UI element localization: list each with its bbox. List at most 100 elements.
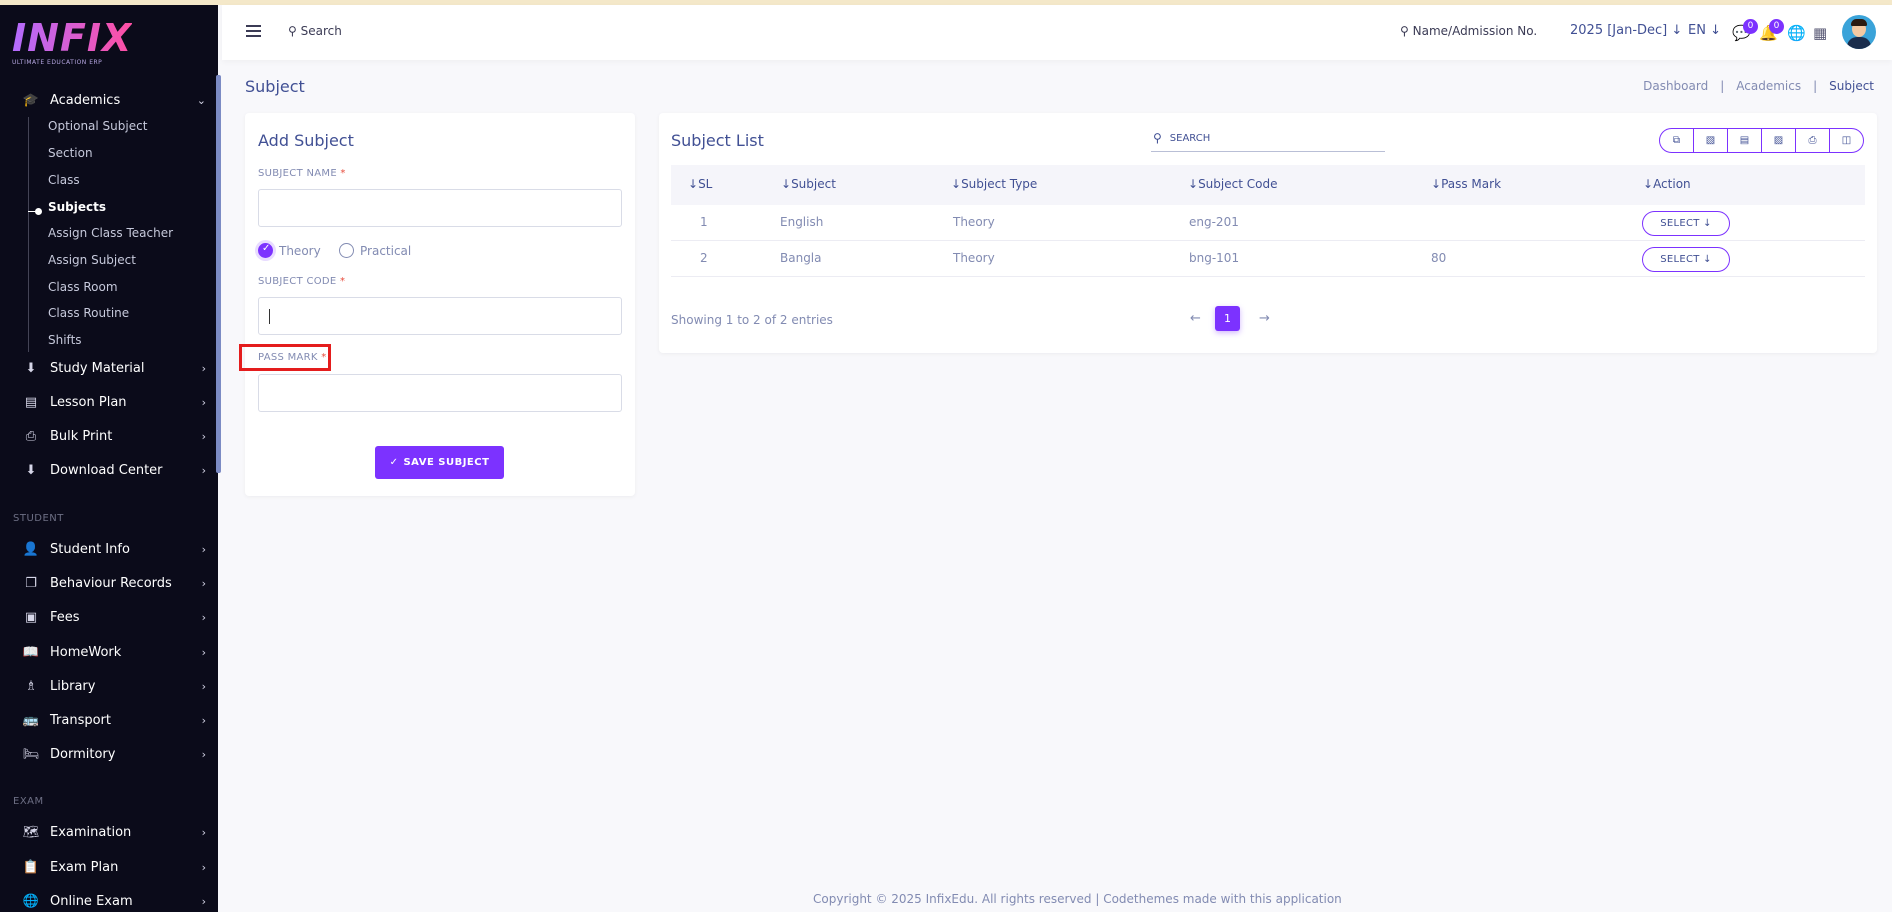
money-icon: ▣: [24, 609, 38, 625]
add-subject-title: Add Subject: [258, 131, 354, 150]
arrow-down-icon: ↓: [951, 177, 962, 191]
save-subject-label: SAVE SUBJECT: [403, 457, 490, 468]
chevron-right-icon: ›: [201, 894, 206, 908]
sidebar-item-download-center[interactable]: ⬇ Download Center ›: [20, 458, 206, 482]
table-header: ↓SL ↓Subject ↓Subject Type ↓Subject Code…: [671, 165, 1865, 205]
pagination-page[interactable]: 1: [1215, 306, 1240, 331]
column-header-sl[interactable]: ↓SL: [688, 177, 712, 191]
sidebar-item-student-info[interactable]: 👤 Student Info ›: [20, 537, 206, 561]
sidebar-item-label: HomeWork: [50, 644, 122, 660]
session-selector[interactable]: 2025 [Jan-Dec] ↓: [1570, 23, 1682, 38]
sidebar-item-behaviour-records[interactable]: ❐ Behaviour Records ›: [20, 571, 206, 595]
sidebar-subitem-section[interactable]: Section: [48, 144, 93, 162]
avatar[interactable]: [1842, 15, 1876, 49]
radio-theory[interactable]: Theory: [258, 243, 321, 258]
sidebar-item-dormitory[interactable]: 🛏 Dormitory ›: [20, 742, 206, 766]
sidebar-item-label: Lesson Plan: [50, 394, 127, 410]
column-header-subject-code[interactable]: ↓Subject Code: [1188, 177, 1277, 191]
sidebar-item-online-exam[interactable]: 🌐 Online Exam ›: [20, 889, 206, 912]
language-selector[interactable]: EN ↓: [1688, 23, 1721, 38]
logo[interactable]: INFIX ULTIMATE EDUCATION ERP: [12, 19, 132, 66]
arrow-down-icon: ↓: [1671, 23, 1683, 38]
radio-practical[interactable]: Practical: [339, 243, 411, 258]
submenu-line: [28, 117, 29, 352]
required-mark: *: [340, 168, 346, 179]
pagination-next-icon[interactable]: →: [1259, 311, 1270, 326]
chevron-right-icon: ›: [201, 463, 206, 477]
chevron-right-icon: ›: [201, 576, 206, 590]
sidebar-subitem-assign-class-teacher[interactable]: Assign Class Teacher: [48, 224, 173, 242]
column-header-pass-mark[interactable]: ↓Pass Mark: [1431, 177, 1501, 191]
sidebar-item-bulk-print[interactable]: ⎙ Bulk Print ›: [20, 424, 206, 448]
cell-sl: 2: [700, 251, 708, 265]
radio-checked-icon: [258, 243, 273, 258]
printer-icon: ⎙: [25, 428, 37, 444]
column-header-subject-type[interactable]: ↓Subject Type: [951, 177, 1037, 191]
pass-mark-input[interactable]: [258, 374, 622, 412]
select-action-button[interactable]: SELECT ↓: [1642, 211, 1730, 236]
table-icon: ▤: [24, 394, 38, 410]
excel-icon[interactable]: ▧: [1694, 129, 1728, 152]
list-search-input[interactable]: ⚲ SEARCH: [1151, 125, 1385, 152]
sidebar-item-exam-plan[interactable]: 📋 Exam Plan ›: [20, 855, 206, 879]
pdf-icon[interactable]: ▨: [1762, 129, 1796, 152]
sidebar-item-homework[interactable]: 📖 HomeWork ›: [20, 640, 206, 664]
sidebar-subitem-class-room[interactable]: Class Room: [48, 278, 118, 296]
sidebar-item-label: Student Info: [50, 541, 130, 557]
select-label: SELECT: [1660, 254, 1700, 265]
chart-icon[interactable]: ▦: [1813, 24, 1827, 42]
name-admission-search[interactable]: ⚲ Name/Admission No.: [1400, 24, 1537, 38]
subject-name-input[interactable]: [258, 189, 622, 227]
bed-icon: 🛏: [22, 746, 40, 762]
sidebar-item-lesson-plan[interactable]: ▤ Lesson Plan ›: [20, 390, 206, 414]
chevron-right-icon: ›: [201, 747, 206, 761]
sidebar-item-label: Library: [50, 678, 96, 694]
sidebar-item-fees[interactable]: ▣ Fees ›: [20, 605, 206, 629]
copy-icon[interactable]: ⧉: [1660, 129, 1694, 152]
sidebar-subitem-shifts[interactable]: Shifts: [48, 331, 82, 349]
pagination-prev-icon[interactable]: ←: [1190, 311, 1201, 326]
sidebar-item-transport[interactable]: 🚌 Transport ›: [20, 708, 206, 732]
add-subject-card: Add Subject SUBJECT NAME * Theory Practi…: [239, 113, 635, 496]
header-search[interactable]: ⚲ Search: [288, 24, 342, 38]
globe-icon[interactable]: 🌐: [1787, 24, 1806, 42]
language-label: EN: [1688, 23, 1706, 38]
table-row: 1 English Theory eng-201 SELECT ↓: [671, 205, 1865, 241]
search-icon: ⚲: [1400, 24, 1409, 38]
save-subject-button[interactable]: ✓ SAVE SUBJECT: [375, 446, 504, 479]
csv-icon[interactable]: ▤: [1728, 129, 1762, 152]
table-info: Showing 1 to 2 of 2 entries: [671, 313, 833, 327]
print-icon[interactable]: ⎙: [1796, 129, 1830, 152]
sidebar-subitem-assign-subject[interactable]: Assign Subject: [48, 251, 136, 269]
breadcrumb-academics[interactable]: Academics: [1736, 79, 1801, 93]
download-icon: ⬇: [25, 462, 37, 478]
sidebar-subitem-optional-subject[interactable]: Optional Subject: [48, 117, 147, 135]
sidebar-item-academics[interactable]: 🎓 Academics ⌄: [20, 88, 206, 112]
subject-code-input[interactable]: [258, 297, 622, 335]
column-header-subject[interactable]: ↓Subject: [781, 177, 836, 191]
chevron-right-icon: ›: [201, 610, 206, 624]
sidebar-item-examination[interactable]: 🗺 Examination ›: [20, 820, 206, 844]
sidebar-item-study-material[interactable]: ⬇ Study Material ›: [20, 356, 206, 380]
sidebar-item-label: Examination: [50, 824, 132, 840]
select-action-button[interactable]: SELECT ↓: [1642, 247, 1730, 272]
sidebar-subitem-class[interactable]: Class: [48, 171, 80, 189]
arrow-down-icon: ↓: [1703, 254, 1712, 265]
header-search-label: Search: [300, 24, 342, 38]
arrow-down-icon: ↓: [1703, 218, 1712, 229]
sidebar-item-label: Transport: [50, 712, 112, 728]
map-icon: 🗺: [22, 824, 40, 840]
sidebar-subitem-subjects[interactable]: Subjects: [48, 198, 106, 216]
sidebar-item-library[interactable]: ♗ Library ›: [20, 674, 206, 698]
columns-icon[interactable]: ◫: [1830, 129, 1863, 152]
sidebar-scrollbar[interactable]: [216, 75, 221, 473]
radio-practical-label: Practical: [360, 243, 412, 258]
column-header-label: Subject Type: [961, 177, 1038, 191]
cell-subject-type: Theory: [953, 251, 995, 265]
chevron-right-icon: ›: [201, 679, 206, 693]
page-title: Subject: [245, 77, 305, 96]
breadcrumb-dashboard[interactable]: Dashboard: [1643, 79, 1708, 93]
hamburger-menu-icon[interactable]: [246, 25, 261, 37]
sidebar-subitem-class-routine[interactable]: Class Routine: [48, 304, 129, 322]
column-header-action[interactable]: ↓Action: [1643, 177, 1691, 191]
